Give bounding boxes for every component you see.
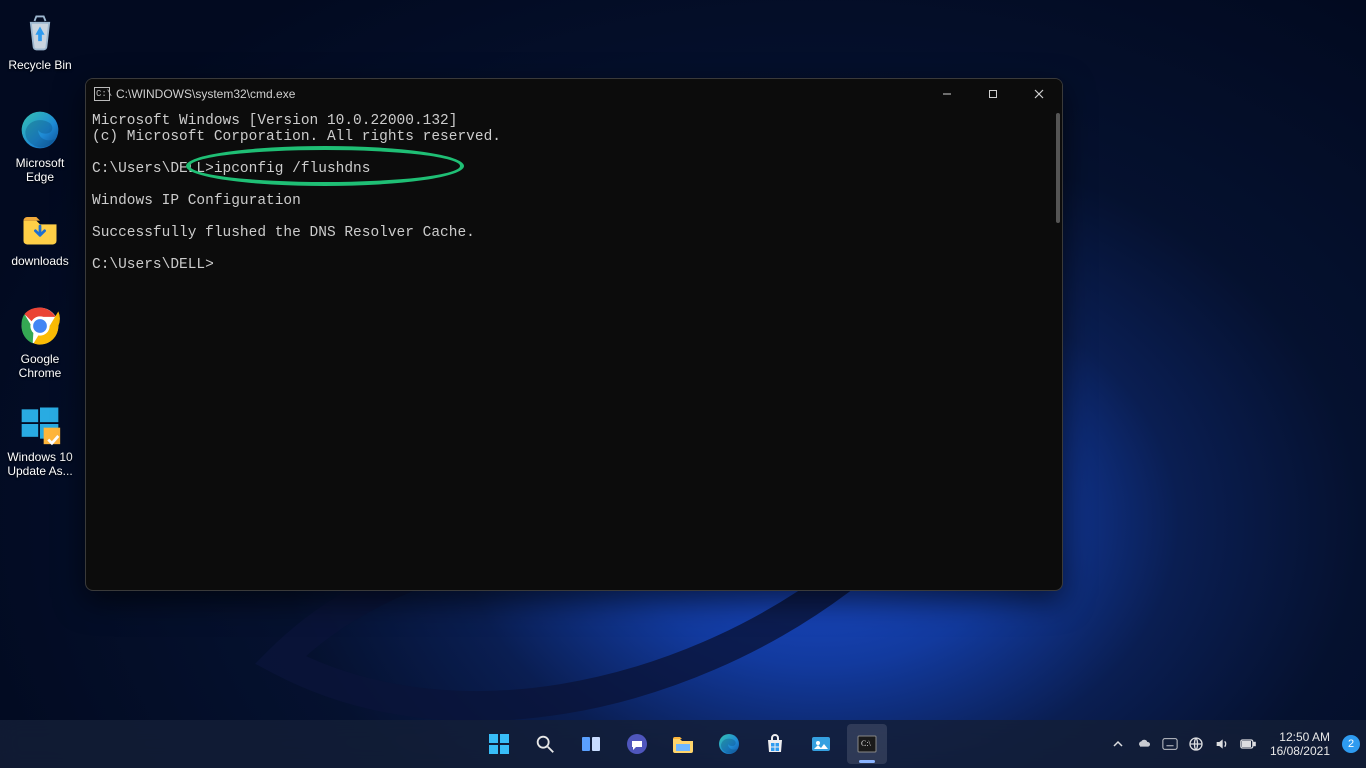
network-icon[interactable] — [1188, 736, 1204, 752]
google-chrome-icon — [16, 302, 64, 350]
desktop-icon-google-chrome[interactable]: Google Chrome — [2, 302, 78, 380]
desktop-icon-label: Google Chrome — [2, 352, 78, 380]
cmd-scrollbar[interactable] — [1056, 113, 1060, 223]
desktop-icon-label: downloads — [2, 254, 78, 268]
minimize-button[interactable] — [924, 79, 970, 109]
cmd-taskbar-button[interactable]: C:\ — [847, 724, 887, 764]
windows-update-assistant-icon — [16, 400, 64, 448]
taskbar[interactable]: C:\ 12:50 AM 16/08/2021 2 — [0, 720, 1366, 768]
taskbar-clock[interactable]: 12:50 AM 16/08/2021 — [1270, 730, 1330, 758]
clock-date: 16/08/2021 — [1270, 744, 1330, 758]
desktop-icon-label: Microsoft Edge — [2, 156, 78, 184]
cmd-title: C:\WINDOWS\system32\cmd.exe — [116, 87, 924, 101]
start-button[interactable] — [479, 724, 519, 764]
cmd-icon: C:\ — [94, 87, 110, 101]
chat-button[interactable] — [617, 724, 657, 764]
desktop-icon-label: Recycle Bin — [2, 58, 78, 72]
task-view-button[interactable] — [571, 724, 611, 764]
onedrive-icon[interactable] — [1136, 736, 1152, 752]
desktop-icon-microsoft-edge[interactable]: Microsoft Edge — [2, 106, 78, 184]
cmd-output[interactable]: Microsoft Windows [Version 10.0.22000.13… — [86, 109, 1062, 590]
close-button[interactable] — [1016, 79, 1062, 109]
edge-button[interactable] — [709, 724, 749, 764]
microsoft-edge-icon — [16, 106, 64, 154]
clock-time: 12:50 AM — [1270, 730, 1330, 744]
search-button[interactable] — [525, 724, 565, 764]
svg-text:C:\: C:\ — [861, 739, 872, 748]
taskbar-center: C:\ — [479, 720, 887, 768]
volume-icon[interactable] — [1214, 736, 1230, 752]
keyboard-layout-icon[interactable] — [1162, 736, 1178, 752]
recycle-bin-icon — [16, 8, 64, 56]
desktop-icon-windows-update-assistant[interactable]: Windows 10 Update As... — [2, 400, 78, 478]
file-explorer-button[interactable] — [663, 724, 703, 764]
maximize-button[interactable] — [970, 79, 1016, 109]
tray-overflow-icon[interactable] — [1110, 736, 1126, 752]
pinned-app-button[interactable] — [801, 724, 841, 764]
system-tray[interactable]: 12:50 AM 16/08/2021 2 — [1110, 720, 1360, 768]
notification-badge[interactable]: 2 — [1342, 735, 1360, 753]
cmd-titlebar[interactable]: C:\ C:\WINDOWS\system32\cmd.exe — [86, 79, 1062, 109]
cmd-window[interactable]: C:\ C:\WINDOWS\system32\cmd.exe Microsof… — [85, 78, 1063, 591]
desktop-icon-recycle-bin[interactable]: Recycle Bin — [2, 8, 78, 72]
downloads-icon — [16, 204, 64, 252]
battery-icon[interactable] — [1240, 736, 1256, 752]
desktop-icon-downloads[interactable]: downloads — [2, 204, 78, 268]
store-button[interactable] — [755, 724, 795, 764]
desktop-icon-label: Windows 10 Update As... — [2, 450, 78, 478]
